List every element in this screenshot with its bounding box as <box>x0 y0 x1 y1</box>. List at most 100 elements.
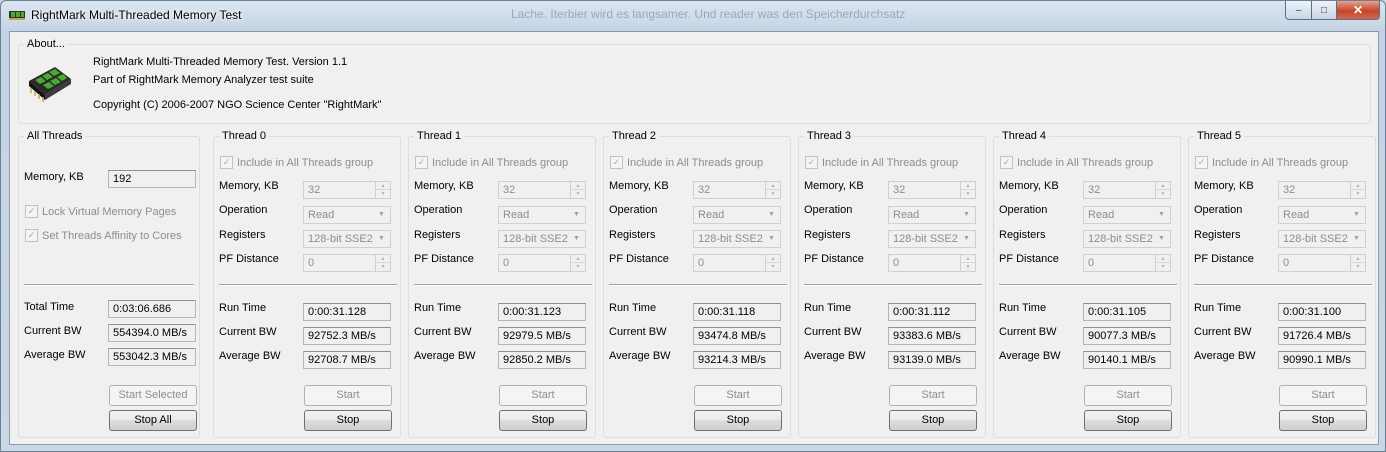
memory-input[interactable]: 192 <box>108 170 196 188</box>
spin-buttons[interactable]: ▲ ▼ <box>960 182 975 198</box>
stop-button[interactable]: Stop <box>889 410 977 431</box>
spin-down-icon[interactable]: ▼ <box>376 190 390 198</box>
spin-up-icon[interactable]: ▲ <box>571 182 585 190</box>
include-checkbox[interactable]: ✓ Include in All Threads group <box>220 156 373 169</box>
operation-value: Read <box>893 209 920 221</box>
maximize-button[interactable]: □ <box>1312 1 1337 20</box>
operation-select[interactable]: Read ▼ <box>303 206 391 224</box>
spin-up-icon[interactable]: ▲ <box>961 255 975 263</box>
start-button[interactable]: Start <box>694 385 782 406</box>
start-selected-button[interactable]: Start Selected <box>109 385 197 406</box>
spin-up-icon[interactable]: ▲ <box>1351 182 1365 190</box>
stop-button[interactable]: Stop <box>304 410 392 431</box>
spin-buttons[interactable]: ▲ ▼ <box>960 255 975 271</box>
pf-distance-spinner[interactable]: 0 ▲ ▼ <box>888 254 976 272</box>
registers-select[interactable]: 128-bit SSE2 ▼ <box>693 230 781 248</box>
current-bw-value: 554394.0 MB/s <box>108 324 196 342</box>
pf-distance-spinner[interactable]: 0 ▲ ▼ <box>498 254 586 272</box>
memory-spinner[interactable]: 32 ▲ ▼ <box>498 181 586 199</box>
registers-select[interactable]: 128-bit SSE2 ▼ <box>888 230 976 248</box>
stop-button[interactable]: Stop <box>1279 410 1367 431</box>
about-suite: Part of RightMark Memory Analyzer test s… <box>93 74 314 86</box>
memory-value: 32 <box>893 184 906 196</box>
include-checkbox[interactable]: ✓ Include in All Threads group <box>805 156 958 169</box>
spin-down-icon[interactable]: ▼ <box>1351 263 1365 271</box>
stop-button[interactable]: Stop <box>694 410 782 431</box>
window-title: RightMark Multi-Threaded Memory Test <box>31 8 242 22</box>
spin-up-icon[interactable]: ▲ <box>376 182 390 190</box>
registers-select[interactable]: 128-bit SSE2 ▼ <box>303 230 391 248</box>
spin-up-icon[interactable]: ▲ <box>376 255 390 263</box>
spin-buttons[interactable]: ▲ ▼ <box>765 182 780 198</box>
minimize-button[interactable]: ‒ <box>1285 1 1312 20</box>
start-button[interactable]: Start <box>1084 385 1172 406</box>
stop-all-button[interactable]: Stop All <box>109 410 197 431</box>
spin-buttons[interactable]: ▲ ▼ <box>570 255 585 271</box>
affinity-checkbox[interactable]: ✓ Set Threads Affinity to Cores <box>25 229 182 242</box>
operation-select[interactable]: Read ▼ <box>1083 206 1171 224</box>
spin-up-icon[interactable]: ▲ <box>766 255 780 263</box>
spin-down-icon[interactable]: ▼ <box>571 263 585 271</box>
pf-distance-spinner[interactable]: 0 ▲ ▼ <box>303 254 391 272</box>
spin-buttons[interactable]: ▲ ▼ <box>1350 182 1365 198</box>
memory-spinner[interactable]: 32 ▲ ▼ <box>693 181 781 199</box>
lock-pages-checkbox[interactable]: ✓ Lock Virtual Memory Pages <box>25 205 176 218</box>
spin-buttons[interactable]: ▲ ▼ <box>375 255 390 271</box>
spin-down-icon[interactable]: ▼ <box>1156 190 1170 198</box>
registers-select[interactable]: 128-bit SSE2 ▼ <box>1083 230 1171 248</box>
operation-select[interactable]: Read ▼ <box>693 206 781 224</box>
about-version: RightMark Multi-Threaded Memory Test. Ve… <box>93 56 348 68</box>
stop-button[interactable]: Stop <box>1084 410 1172 431</box>
pf-distance-spinner[interactable]: 0 ▲ ▼ <box>1278 254 1366 272</box>
spin-down-icon[interactable]: ▼ <box>961 190 975 198</box>
about-group: About... RightMark Multi-Threaded Memory… <box>18 38 1371 124</box>
spin-buttons[interactable]: ▲ ▼ <box>1155 182 1170 198</box>
operation-select[interactable]: Read ▼ <box>1278 206 1366 224</box>
title-bar[interactable]: RightMark Multi-Threaded Memory Test Lac… <box>1 1 1385 31</box>
spin-down-icon[interactable]: ▼ <box>571 190 585 198</box>
start-button[interactable]: Start <box>1279 385 1367 406</box>
spin-down-icon[interactable]: ▼ <box>1351 190 1365 198</box>
memory-spinner[interactable]: 32 ▲ ▼ <box>303 181 391 199</box>
spin-up-icon[interactable]: ▲ <box>1351 255 1365 263</box>
close-button[interactable]: ✕ <box>1337 1 1380 20</box>
spin-buttons[interactable]: ▲ ▼ <box>765 255 780 271</box>
pf-distance-spinner[interactable]: 0 ▲ ▼ <box>693 254 781 272</box>
registers-select[interactable]: 128-bit SSE2 ▼ <box>498 230 586 248</box>
spin-up-icon[interactable]: ▲ <box>961 182 975 190</box>
start-button[interactable]: Start <box>499 385 587 406</box>
include-checkbox[interactable]: ✓ Include in All Threads group <box>1000 156 1153 169</box>
include-checkbox[interactable]: ✓ Include in All Threads group <box>1195 156 1348 169</box>
thread-group-5: Thread 5 ✓ Include in All Threads group … <box>1188 130 1376 438</box>
spin-buttons[interactable]: ▲ ▼ <box>1350 255 1365 271</box>
spin-up-icon[interactable]: ▲ <box>571 255 585 263</box>
operation-select[interactable]: Read ▼ <box>498 206 586 224</box>
include-checkbox[interactable]: ✓ Include in All Threads group <box>415 156 568 169</box>
spin-down-icon[interactable]: ▼ <box>766 263 780 271</box>
spin-down-icon[interactable]: ▼ <box>1156 263 1170 271</box>
spin-up-icon[interactable]: ▲ <box>1156 255 1170 263</box>
spin-down-icon[interactable]: ▼ <box>961 263 975 271</box>
average-bw-label: Average BW <box>414 350 476 362</box>
spin-buttons[interactable]: ▲ ▼ <box>570 182 585 198</box>
memory-spinner[interactable]: 32 ▲ ▼ <box>1278 181 1366 199</box>
spin-buttons[interactable]: ▲ ▼ <box>375 182 390 198</box>
include-label: Include in All Threads group <box>1212 156 1349 169</box>
include-checkbox[interactable]: ✓ Include in All Threads group <box>610 156 763 169</box>
spin-up-icon[interactable]: ▲ <box>766 182 780 190</box>
stop-button[interactable]: Stop <box>499 410 587 431</box>
spin-up-icon[interactable]: ▲ <box>1156 182 1170 190</box>
client-area: About... RightMark Multi-Threaded Memory… <box>9 31 1379 445</box>
spin-buttons[interactable]: ▲ ▼ <box>1155 255 1170 271</box>
start-button[interactable]: Start <box>304 385 392 406</box>
pf-distance-spinner[interactable]: 0 ▲ ▼ <box>1083 254 1171 272</box>
operation-select[interactable]: Read ▼ <box>888 206 976 224</box>
memory-spinner[interactable]: 32 ▲ ▼ <box>888 181 976 199</box>
checkbox-check-icon: ✓ <box>1000 156 1013 169</box>
memory-spinner[interactable]: 32 ▲ ▼ <box>1083 181 1171 199</box>
spin-down-icon[interactable]: ▼ <box>376 263 390 271</box>
start-button[interactable]: Start <box>889 385 977 406</box>
memory-module-icon <box>29 67 71 102</box>
registers-select[interactable]: 128-bit SSE2 ▼ <box>1278 230 1366 248</box>
spin-down-icon[interactable]: ▼ <box>766 190 780 198</box>
